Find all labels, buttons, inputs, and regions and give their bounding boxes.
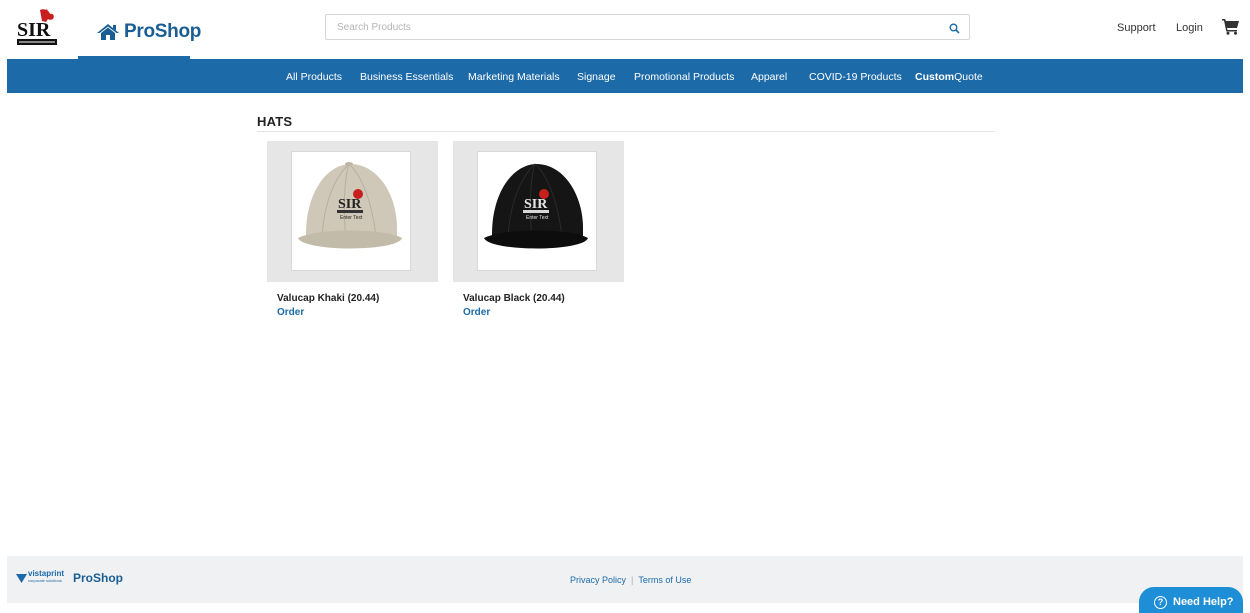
nav-custom-quote[interactable]: CustomQuote: [915, 71, 983, 83]
vistaprint-logo-icon: [16, 570, 27, 588]
nav-covid-19-products[interactable]: COVID-19 Products: [809, 71, 902, 83]
proshop-home-tab[interactable]: ProShop: [78, 0, 201, 59]
product-image[interactable]: SIR Enter Text: [291, 151, 411, 271]
search-box: [325, 14, 970, 40]
footer-proshop-label: ProShop: [73, 571, 123, 585]
svg-text:Enter Text: Enter Text: [526, 215, 549, 221]
nav-promotional-products[interactable]: Promotional Products: [634, 71, 734, 83]
vistaprint-logo-text: vistaprint: [28, 569, 65, 578]
terms-of-use-link[interactable]: Terms of Use: [638, 575, 691, 585]
nav-marketing-materials[interactable]: Marketing Materials: [468, 71, 560, 83]
need-help-button[interactable]: ? Need Help?: [1139, 587, 1243, 613]
product-image[interactable]: SIR Enter Text: [477, 151, 597, 271]
section-divider: [257, 131, 995, 132]
search-input[interactable]: [326, 15, 936, 39]
footer-separator: |: [631, 575, 634, 585]
svg-text:SIR: SIR: [524, 197, 548, 212]
home-icon: [96, 23, 120, 46]
privacy-policy-link[interactable]: Privacy Policy: [570, 575, 626, 585]
svg-text:SIR: SIR: [17, 19, 51, 41]
section-title: HATS: [257, 114, 293, 129]
need-help-label: Need Help?: [1173, 596, 1234, 608]
help-question-icon: ?: [1154, 596, 1167, 609]
nav-apparel[interactable]: Apparel: [751, 71, 787, 83]
svg-text:SIR: SIR: [338, 197, 362, 212]
header: SIR ProShop Search Products Support Logi…: [0, 0, 1250, 59]
order-link[interactable]: Order: [277, 307, 304, 318]
sir-logo[interactable]: SIR: [14, 8, 60, 48]
footer-links: Privacy Policy | Terms of Use: [570, 575, 691, 585]
nav-signage[interactable]: Signage: [577, 71, 616, 83]
product-name: Valucap Black (20.44): [463, 293, 565, 304]
footer: vistaprint corporate solutions ProShop P…: [7, 556, 1243, 603]
category-nav: All Products Business Essentials Marketi…: [7, 59, 1243, 93]
product-name: Valucap Khaki (20.44): [277, 293, 380, 304]
page: SIR ProShop Search Products Support Logi…: [0, 0, 1250, 613]
login-link[interactable]: Login: [1176, 22, 1203, 34]
order-link[interactable]: Order: [463, 307, 490, 318]
support-link[interactable]: Support: [1117, 22, 1156, 34]
cart-icon[interactable]: [1222, 18, 1240, 40]
nav-all-products[interactable]: All Products: [286, 71, 342, 83]
svg-text:Enter Text: Enter Text: [340, 215, 363, 221]
proshop-brand: ProShop: [124, 21, 202, 42]
nav-business-essentials[interactable]: Business Essentials: [360, 71, 453, 83]
search-icon[interactable]: [949, 21, 960, 39]
vistaprint-logo-subtext: corporate solutions: [28, 578, 62, 583]
